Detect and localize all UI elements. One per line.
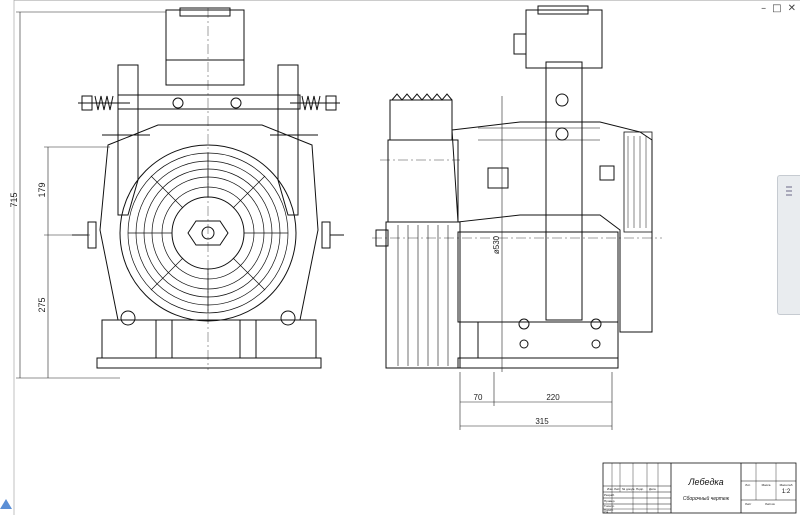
navigation-bar-handle[interactable] bbox=[777, 175, 800, 315]
tb-row-doc: № докум. bbox=[622, 487, 635, 491]
front-view[interactable] bbox=[72, 7, 344, 370]
tb-col-lit: Лит. bbox=[745, 483, 751, 487]
title-subtitle: Сборочный чертеж bbox=[683, 495, 730, 502]
grip-icon bbox=[786, 190, 792, 192]
dim-upper-height: 179 bbox=[37, 182, 47, 197]
tb-row-sign: Подп. bbox=[636, 487, 644, 491]
dim-overall-height: 715 bbox=[9, 192, 19, 207]
motor-housing bbox=[165, 9, 245, 86]
tb-col-mass: Масса bbox=[762, 483, 771, 487]
sheave-grooves bbox=[385, 221, 461, 369]
shoe-right bbox=[321, 221, 331, 249]
sheave-top bbox=[389, 99, 453, 141]
restore-button[interactable]: □ bbox=[772, 4, 781, 14]
tb-left-dev: Разраб. bbox=[604, 493, 615, 497]
grip-icon bbox=[786, 186, 792, 188]
side-base-plate bbox=[457, 357, 619, 369]
tb-left-check: Провер. bbox=[604, 499, 615, 503]
mount-right bbox=[280, 310, 296, 326]
title-name: Лебедка bbox=[687, 477, 723, 487]
minimize-button[interactable]: – bbox=[761, 4, 766, 14]
tb-col-scale: Масштаб bbox=[780, 483, 793, 487]
tb-sheet: Лист bbox=[745, 502, 752, 506]
lower-housing bbox=[457, 231, 619, 323]
tb-row-date: Дата bbox=[649, 487, 656, 491]
tb-sheets: Листов bbox=[765, 502, 775, 506]
brake-lever bbox=[545, 61, 583, 321]
side-view[interactable] bbox=[372, 5, 662, 369]
side-dimensions bbox=[459, 96, 613, 430]
sheave-body bbox=[387, 139, 459, 223]
gearbox-housing bbox=[451, 121, 653, 333]
base-plate bbox=[96, 357, 322, 369]
dim-width-220: 220 bbox=[546, 393, 560, 402]
dim-width-315: 315 bbox=[535, 417, 549, 426]
window-controls: – □ ✕ bbox=[761, 4, 796, 14]
drawing-canvas[interactable]: 715 179 275 ø530 70 220 315 Лебедка Сбор… bbox=[0, 0, 800, 515]
base-frame bbox=[101, 319, 317, 359]
motor-cap bbox=[179, 7, 231, 17]
mount-left bbox=[120, 310, 136, 326]
grip-icon bbox=[786, 194, 792, 196]
tb-row-list: Лист bbox=[614, 487, 621, 491]
dim-diameter: ø530 bbox=[492, 235, 501, 254]
close-button[interactable]: ✕ bbox=[788, 4, 796, 14]
frame-body bbox=[99, 124, 319, 321]
crossbar bbox=[117, 94, 301, 110]
side-motor bbox=[525, 9, 603, 69]
dim-width-70: 70 bbox=[474, 393, 483, 402]
tb-left-approve: Утв. bbox=[604, 511, 609, 514]
crossbar-bolt-right bbox=[230, 97, 242, 109]
dim-lower-height: 275 bbox=[37, 297, 47, 312]
brake-arm-right bbox=[277, 64, 299, 216]
tb-row-izm: Изм. bbox=[607, 487, 614, 491]
triangle-icon bbox=[0, 499, 12, 509]
crossbar-bolt-left bbox=[172, 97, 184, 109]
title-scale: 1:2 bbox=[782, 489, 791, 495]
tb-left-tcontr: Т.контр. bbox=[604, 504, 615, 508]
